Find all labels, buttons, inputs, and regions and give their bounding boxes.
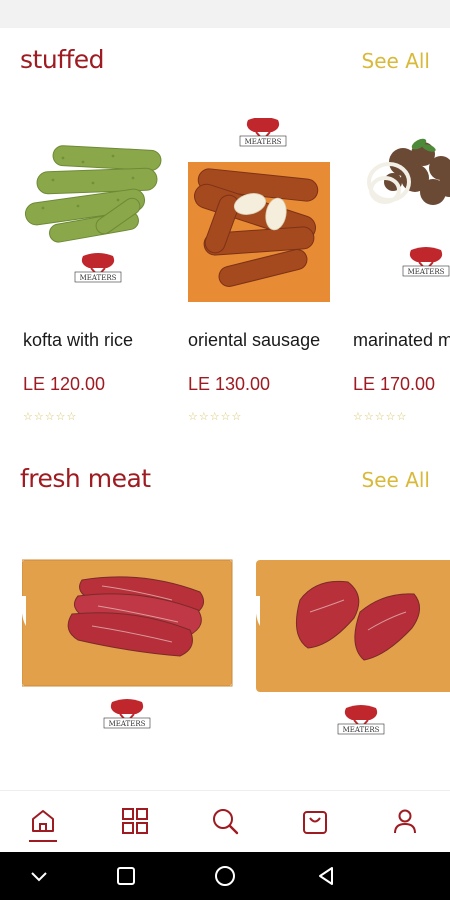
product-name: marinated m — [353, 330, 450, 350]
nav-home[interactable] — [23, 801, 63, 841]
svg-text:MEATERS: MEATERS — [109, 720, 146, 728]
product-name: kofta with rice — [23, 330, 134, 350]
product-card[interactable]: MEATERS kofta with rice LE 120.00 ☆☆☆☆☆ — [23, 118, 183, 438]
product-image-steak: MEATERS — [21, 559, 233, 729]
section-header-stuffed: stuffed See All — [0, 45, 450, 85]
system-navigation-bar — [0, 852, 450, 900]
recents-button[interactable] — [114, 864, 138, 888]
product-card[interactable]: MEATERS — [21, 556, 234, 746]
see-all-button[interactable]: See All — [362, 49, 430, 73]
product-name: oriental sausage — [188, 330, 321, 350]
hide-keyboard-button[interactable] — [27, 864, 51, 888]
active-tab-indicator — [29, 840, 57, 842]
svg-text:MEATERS: MEATERS — [80, 274, 117, 282]
home-circle-icon — [215, 866, 235, 886]
svg-text:MEATERS: MEATERS — [343, 726, 380, 734]
rating-stars: ☆☆☆☆☆ — [188, 411, 243, 423]
section-header-fresh-meat: fresh meat See All — [0, 464, 450, 504]
product-card[interactable]: MEATERS — [255, 556, 450, 746]
product-price: LE 120.00 — [23, 374, 106, 394]
section-title: stuffed — [20, 45, 105, 74]
back-button[interactable] — [314, 864, 338, 888]
nav-profile[interactable] — [385, 801, 425, 841]
product-image-steak: MEATERS — [255, 560, 450, 735]
recents-icon — [117, 867, 135, 885]
rating-stars: ☆☆☆☆☆ — [353, 411, 408, 423]
grid-icon — [122, 808, 148, 834]
search-icon — [213, 809, 239, 835]
meaters-logo: MEATERS — [337, 705, 385, 735]
home-icon — [32, 810, 54, 832]
meaters-logo: MEATERS — [103, 699, 151, 729]
nav-search[interactable] — [205, 801, 245, 841]
product-card[interactable]: MEATERS oriental sausage LE 130.00 ☆☆☆☆☆ — [188, 118, 348, 438]
svg-text:MEATERS: MEATERS — [408, 268, 445, 276]
see-all-button[interactable]: See All — [362, 468, 430, 492]
product-card[interactable]: MEATERS marinated m LE 170.00 ☆☆☆☆☆ — [353, 118, 450, 438]
bottom-nav — [0, 790, 450, 852]
section-title: fresh meat — [20, 464, 151, 493]
product-carousel-fresh-meat[interactable]: MEATERS MEATERS — [0, 556, 450, 756]
system-home-button[interactable] — [213, 864, 237, 888]
product-price: LE 130.00 — [188, 374, 271, 394]
cart-icon — [303, 811, 327, 834]
nav-categories[interactable] — [115, 801, 155, 841]
user-icon — [394, 809, 416, 834]
back-icon — [319, 867, 333, 885]
svg-text:MEATERS: MEATERS — [245, 138, 282, 146]
product-price: LE 170.00 — [353, 374, 436, 394]
nav-cart[interactable] — [295, 801, 335, 841]
product-image-kofta: MEATERS — [23, 118, 173, 308]
status-bar — [0, 0, 450, 28]
product-carousel-stuffed[interactable]: MEATERS kofta with rice LE 120.00 ☆☆☆☆☆ … — [0, 118, 450, 438]
product-image-marinated: MEATERS — [353, 118, 450, 308]
chevron-down-icon — [31, 872, 47, 882]
product-image-sausage: MEATERS — [188, 118, 338, 308]
rating-stars: ☆☆☆☆☆ — [23, 411, 78, 423]
